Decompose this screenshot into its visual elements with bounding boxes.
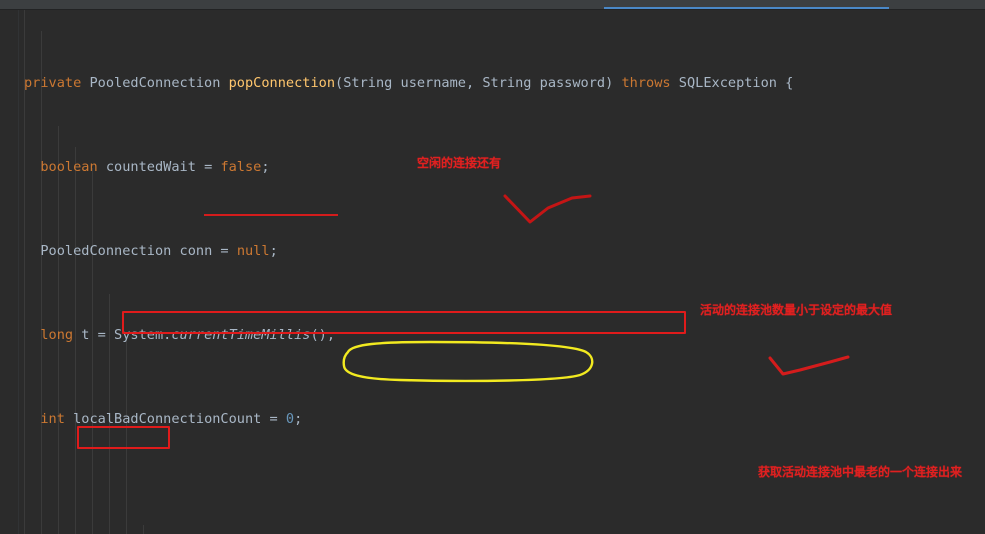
token-method-name: popConnection <box>228 75 336 91</box>
editor-gutter[interactable] <box>0 10 19 534</box>
token-punct: ; <box>269 243 278 259</box>
token-exception: SQLException { <box>670 75 794 91</box>
code-line[interactable]: PooledConnection conn = null; <box>18 241 793 262</box>
code-line[interactable]: int localBadConnectionCount = 0; <box>18 409 793 430</box>
token-keyword: int <box>40 411 65 427</box>
code-line[interactable]: private PooledConnection popConnection(S… <box>18 73 793 94</box>
token-params: (String username, String password) <box>335 75 622 91</box>
source-code[interactable]: private PooledConnection popConnection(S… <box>18 10 793 534</box>
token-type: PooledConnection <box>40 243 172 259</box>
token-keyword: private <box>24 75 82 91</box>
code-line[interactable]: boolean countedWait = false; <box>18 157 793 178</box>
code-editor[interactable]: private PooledConnection popConnection(S… <box>0 10 985 534</box>
token-punct: (); <box>310 327 336 343</box>
token-keyword: boolean <box>40 159 98 175</box>
ide-window: private PooledConnection popConnection(S… <box>0 0 985 534</box>
token-literal: null <box>236 243 270 259</box>
token-var: localBadConnectionCount = <box>64 411 286 427</box>
token-punct: ; <box>294 411 303 427</box>
code-line[interactable]: long t = System.currentTimeMillis(); <box>18 325 793 346</box>
token-number: 0 <box>285 411 295 427</box>
code-line-blank[interactable] <box>18 493 793 514</box>
token-keyword: long <box>40 327 74 343</box>
token-static-call: currentTimeMillis <box>171 327 311 343</box>
token-var: countedWait = <box>97 159 221 175</box>
token-var: conn = <box>171 243 237 259</box>
token-type: PooledConnection <box>89 75 221 91</box>
token-var: t = System. <box>73 327 172 343</box>
token-literal: false <box>220 159 262 175</box>
token-punct: ; <box>261 159 270 175</box>
token-keyword: throws <box>621 75 671 91</box>
